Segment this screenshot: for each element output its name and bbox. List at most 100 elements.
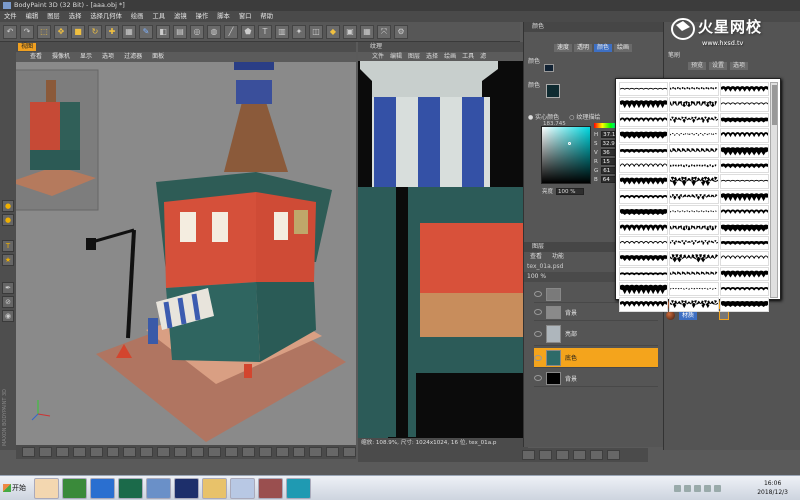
brush-preset[interactable] [669, 189, 719, 205]
tx-menu-tools[interactable]: 工具 [462, 52, 474, 61]
texture-paint-option[interactable]: ○ 纹理描绘 [569, 112, 600, 121]
tray-icon[interactable] [674, 485, 681, 492]
layer-icon[interactable]: ▥ [275, 24, 289, 39]
vp-tool-icon-19[interactable] [326, 447, 340, 457]
tx-tool-icon-5[interactable] [590, 450, 603, 460]
vp-tool-icon-6[interactable] [106, 447, 120, 457]
brush-preset[interactable] [619, 205, 669, 220]
eyedropper-icon[interactable]: ⊘ [2, 296, 14, 308]
tab-options[interactable]: 选项 [730, 62, 749, 70]
text-icon[interactable]: T [258, 24, 272, 39]
scale-icon[interactable]: ■ [71, 24, 85, 39]
eraser-icon[interactable]: ◧ [156, 24, 170, 39]
tx-tool-icon-4[interactable] [573, 450, 586, 460]
projection-icon[interactable]: ◫ [309, 24, 323, 39]
brush-preset[interactable] [619, 128, 669, 143]
rotate-icon[interactable]: ↻ [88, 24, 102, 39]
menu-layer[interactable]: 图层 [47, 11, 60, 22]
color-tab-speed[interactable]: 速度 [554, 44, 573, 52]
texture-canvas[interactable] [358, 61, 523, 438]
color-picker-cursor[interactable] [568, 142, 571, 145]
menu-paint[interactable]: 绘画 [131, 11, 144, 22]
brush-preset[interactable] [669, 205, 719, 220]
tray-icon[interactable] [684, 485, 691, 492]
brush-preset[interactable] [719, 158, 769, 174]
taskbar-app-icon[interactable] [118, 478, 143, 499]
brush-preset[interactable] [669, 128, 719, 143]
brush-scroll-thumb[interactable] [772, 85, 777, 125]
menu-help[interactable]: 帮助 [260, 11, 273, 22]
vp-tool-icon-3[interactable] [55, 447, 69, 457]
tx-menu-edit[interactable]: 编辑 [390, 52, 402, 61]
vp-menu-view[interactable]: 查看 [30, 52, 42, 62]
brush-preset[interactable] [719, 128, 769, 143]
tx-tool-icon-2[interactable] [539, 450, 552, 460]
layer-row-selected[interactable]: 底色 [534, 348, 658, 368]
cube-icon[interactable]: ◆ [326, 24, 340, 39]
brush-preset[interactable] [669, 282, 719, 297]
tray-icon[interactable] [704, 485, 711, 492]
transform-icon[interactable]: ✚ [105, 24, 119, 39]
magic-icon[interactable]: ✦ [292, 24, 306, 39]
color-tab-alpha[interactable]: 透明 [574, 44, 593, 52]
brush-preset[interactable] [719, 266, 769, 282]
vp-tool-icon-8[interactable] [140, 447, 154, 457]
vp-tool-icon-4[interactable] [72, 447, 86, 457]
saturation-value-picker[interactable] [541, 126, 591, 184]
brush-preset[interactable] [669, 97, 719, 112]
eye-icon[interactable] [534, 354, 542, 361]
arrows-icon[interactable]: ⤧ [377, 24, 391, 39]
grid-icon[interactable]: ▦ [360, 24, 374, 39]
brush-preset[interactable] [719, 189, 769, 205]
selection-icon[interactable]: ⬚ [37, 24, 51, 39]
brush-preset[interactable] [619, 297, 669, 312]
menu-tools[interactable]: 工具 [152, 11, 165, 22]
brush-preset[interactable] [619, 266, 669, 282]
brush-preset[interactable] [719, 235, 769, 251]
brush-preset[interactable] [719, 297, 769, 312]
tray-icon[interactable] [694, 485, 701, 492]
menu-operate[interactable]: 操作 [196, 11, 209, 22]
sphere-tool-icon[interactable]: ◉ [2, 310, 14, 322]
tx-tool-icon-1[interactable] [522, 450, 535, 460]
fill-icon[interactable]: ▤ [173, 24, 187, 39]
brush-preset[interactable] [669, 158, 719, 174]
vp-menu-display[interactable]: 显示 [80, 52, 92, 62]
brush-preset[interactable] [719, 143, 769, 158]
bg-color-swatch[interactable] [546, 84, 560, 98]
circle-tool-2-icon[interactable]: ● [2, 214, 14, 226]
menu-select-geometry[interactable]: 选择几何体 [90, 11, 121, 22]
color-tab-paint[interactable]: 绘画 [614, 44, 633, 52]
brush-preset[interactable] [669, 235, 719, 251]
fg-color-swatch[interactable] [544, 64, 554, 72]
eye-icon[interactable] [534, 375, 542, 381]
brush-preset[interactable] [719, 251, 769, 266]
taskbar-folder-icon[interactable] [202, 478, 227, 499]
brush-preset[interactable] [619, 174, 669, 189]
brush-preset[interactable] [669, 297, 719, 312]
brush-preset[interactable] [669, 112, 719, 128]
brush-preset[interactable] [669, 220, 719, 235]
tx-menu-select[interactable]: 选择 [426, 52, 438, 61]
vp-menu-options[interactable]: 选项 [102, 52, 114, 62]
text-tool-icon[interactable]: T [2, 240, 14, 252]
color-tab-color[interactable]: 颜色 [594, 44, 613, 52]
menu-window[interactable]: 窗口 [239, 11, 252, 22]
redo-icon[interactable]: ↷ [20, 24, 34, 39]
eye-icon[interactable] [534, 309, 542, 315]
tx-menu-file[interactable]: 文件 [372, 52, 384, 61]
brush-preset[interactable] [619, 189, 669, 205]
tx-tool-icon-6[interactable] [607, 450, 620, 460]
layer-row[interactable]: 亮部 [534, 322, 658, 346]
brush-preset[interactable] [719, 97, 769, 112]
vp-tool-icon-10[interactable] [174, 447, 188, 457]
brush-preset[interactable] [619, 158, 669, 174]
material-name[interactable]: 材质 [679, 311, 698, 320]
taskbar-globe-icon[interactable] [62, 478, 87, 499]
tray-icon[interactable] [714, 485, 721, 492]
layers-menu-view[interactable]: 查看 [530, 252, 542, 262]
vp-menu-camera[interactable]: 摄像机 [52, 52, 70, 62]
settings-icon[interactable]: ⚙ [394, 24, 408, 39]
vp-tool-icon-16[interactable] [275, 447, 289, 457]
brush-preset[interactable] [719, 112, 769, 128]
